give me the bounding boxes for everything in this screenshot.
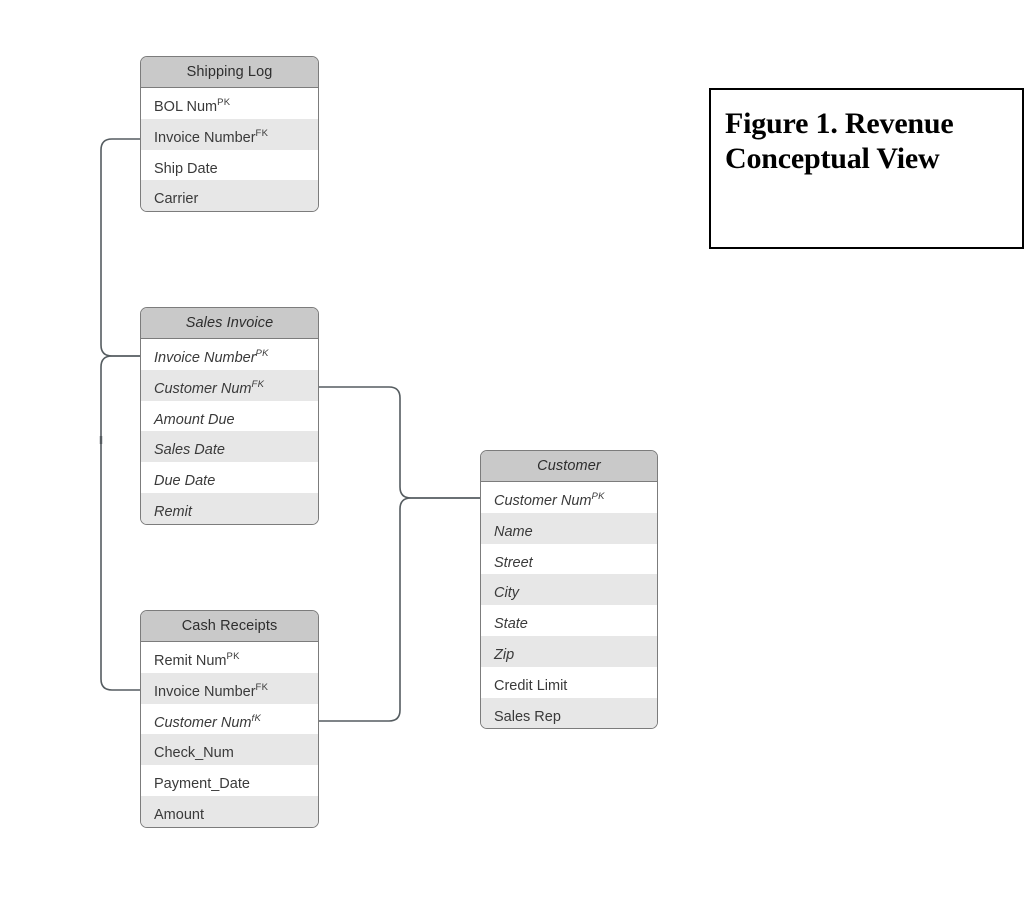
field-key: PK bbox=[217, 97, 231, 108]
field-row[interactable]: Check_Num bbox=[141, 734, 318, 766]
field-label: Check_Num bbox=[154, 745, 234, 762]
field-label: Payment_Date bbox=[154, 776, 250, 793]
field-key: fK bbox=[251, 712, 262, 724]
connector-cash-receipts-to-customer bbox=[318, 497, 480, 722]
field-label: Invoice Number bbox=[154, 129, 256, 146]
field-row[interactable]: Remit NumPK bbox=[141, 642, 318, 673]
field-row[interactable]: Due Date bbox=[141, 462, 318, 493]
field-row[interactable]: State bbox=[481, 605, 657, 636]
field-label: Customer Num bbox=[494, 492, 592, 509]
entity-cash-receipts[interactable]: Cash Receipts Remit NumPK Invoice Number… bbox=[140, 610, 319, 828]
field-label: Carrier bbox=[154, 191, 199, 208]
field-label: Amount Due bbox=[154, 411, 235, 428]
field-row[interactable]: Street bbox=[481, 543, 657, 575]
field-row[interactable]: Payment_Date bbox=[141, 765, 318, 796]
diagram-canvas: Shipping Log BOL NumPK Invoice NumberFK … bbox=[0, 0, 1024, 907]
connector-sales-invoice-to-customer bbox=[318, 386, 480, 499]
field-row[interactable]: Customer NumPK bbox=[481, 482, 657, 513]
field-label: Customer Num bbox=[154, 714, 252, 731]
field-label: Sales Date bbox=[154, 442, 225, 459]
entity-title-cash-receipts: Cash Receipts bbox=[141, 611, 318, 642]
field-row[interactable]: Invoice NumberFK bbox=[141, 118, 318, 150]
figure-caption-text: Figure 1. Revenue Conceptual View bbox=[725, 107, 954, 176]
entity-title-customer: Customer bbox=[481, 451, 657, 482]
field-key: FK bbox=[255, 127, 269, 139]
field-row[interactable]: Zip bbox=[481, 635, 657, 667]
field-row[interactable]: Name bbox=[481, 512, 657, 544]
field-key: FK bbox=[251, 378, 265, 390]
field-row[interactable]: Amount bbox=[141, 795, 318, 827]
field-label: Ship Date bbox=[154, 160, 218, 177]
field-row[interactable]: Amount Due bbox=[141, 400, 318, 432]
field-row[interactable]: Customer NumfK bbox=[141, 703, 318, 735]
field-label: Sales Rep bbox=[494, 708, 561, 725]
field-key: PK bbox=[255, 348, 269, 359]
field-label: Remit bbox=[154, 503, 192, 520]
entity-customer[interactable]: Customer Customer NumPK Name Street City… bbox=[480, 450, 658, 730]
connector-invoice-to-shipping-log bbox=[100, 138, 141, 357]
field-label: Credit Limit bbox=[494, 677, 568, 694]
field-label: BOL Num bbox=[154, 98, 218, 115]
field-row[interactable]: Sales Date bbox=[141, 431, 318, 463]
field-row[interactable]: Sales Rep bbox=[481, 697, 657, 729]
field-key: PK bbox=[226, 651, 240, 662]
connector-invoice-to-cash-receipts bbox=[100, 355, 141, 691]
field-row[interactable]: Carrier bbox=[141, 180, 318, 212]
entity-sales-invoice[interactable]: Sales Invoice Invoice NumberPK Customer … bbox=[140, 307, 319, 525]
field-label: State bbox=[494, 616, 528, 633]
field-row[interactable]: City bbox=[481, 574, 657, 606]
field-label: Name bbox=[494, 523, 533, 540]
field-row[interactable]: Ship Date bbox=[141, 149, 318, 181]
figure-caption-box: Figure 1. Revenue Conceptual View bbox=[709, 88, 1024, 249]
entity-shipping-log[interactable]: Shipping Log BOL NumPK Invoice NumberFK … bbox=[140, 56, 319, 213]
field-row[interactable]: Customer NumFK bbox=[141, 369, 318, 401]
field-label: Amount bbox=[154, 806, 204, 823]
field-key: FK bbox=[255, 681, 269, 693]
field-label: City bbox=[494, 585, 519, 602]
field-key: PK bbox=[591, 491, 605, 502]
field-row[interactable]: Invoice NumberFK bbox=[141, 672, 318, 704]
field-label: Remit Num bbox=[154, 652, 227, 669]
entity-title-shipping-log: Shipping Log bbox=[141, 57, 318, 88]
field-label: Invoice Number bbox=[154, 683, 256, 700]
field-row[interactable]: BOL NumPK bbox=[141, 88, 318, 119]
field-row[interactable]: Invoice NumberPK bbox=[141, 339, 318, 370]
field-label: Invoice Number bbox=[154, 349, 256, 366]
field-row[interactable]: Remit bbox=[141, 492, 318, 524]
field-label: Street bbox=[494, 554, 533, 571]
field-row[interactable]: Credit Limit bbox=[481, 666, 657, 698]
entity-title-sales-invoice: Sales Invoice bbox=[141, 308, 318, 339]
field-label: Customer Num bbox=[154, 380, 252, 397]
field-label: Due Date bbox=[154, 473, 216, 490]
field-label: Zip bbox=[494, 646, 515, 663]
